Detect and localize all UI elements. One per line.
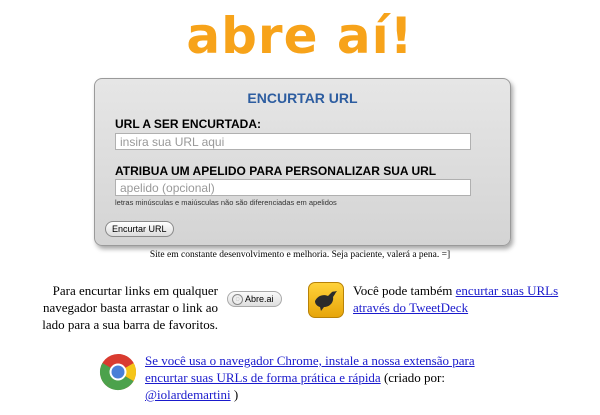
- bookmarklet-button[interactable]: ◌ Abre.ai: [227, 291, 282, 307]
- shorten-button[interactable]: Encurtar URL: [105, 221, 174, 237]
- tweetdeck-text: Você pode também encurtar suas URLs atra…: [353, 282, 593, 316]
- url-label: URL A SER ENCURTADA:: [115, 117, 261, 131]
- url-input[interactable]: [115, 133, 471, 150]
- tagline: Site em constante desenvolvimento e melh…: [149, 250, 451, 260]
- bookmarklet-text: Para encurtar links em qualquer navegado…: [42, 283, 218, 332]
- alias-input[interactable]: [115, 179, 471, 196]
- chrome-credit-end: ): [230, 387, 239, 402]
- chrome-credit-text: (criado por:: [380, 370, 445, 385]
- author-link[interactable]: @iolardemartini: [145, 387, 231, 402]
- alias-hint: letras minúsculas e maiúsculas não são d…: [115, 198, 337, 207]
- site-logo: abre aí!: [186, 7, 414, 65]
- chrome-icon: [99, 353, 137, 391]
- tweetdeck-bird-icon: [308, 282, 344, 318]
- bookmarklet-globe-icon: ◌: [232, 294, 243, 305]
- form-title: ENCURTAR URL: [247, 90, 358, 106]
- chrome-extension-text: Se você usa o navegador Chrome, instale …: [145, 352, 505, 403]
- bookmarklet-button-label: Abre.ai: [245, 294, 274, 304]
- tweetdeck-text-prefix: Você pode também: [353, 283, 456, 298]
- shorten-form-panel: ENCURTAR URL URL A SER ENCURTADA: ATRIBU…: [94, 78, 511, 246]
